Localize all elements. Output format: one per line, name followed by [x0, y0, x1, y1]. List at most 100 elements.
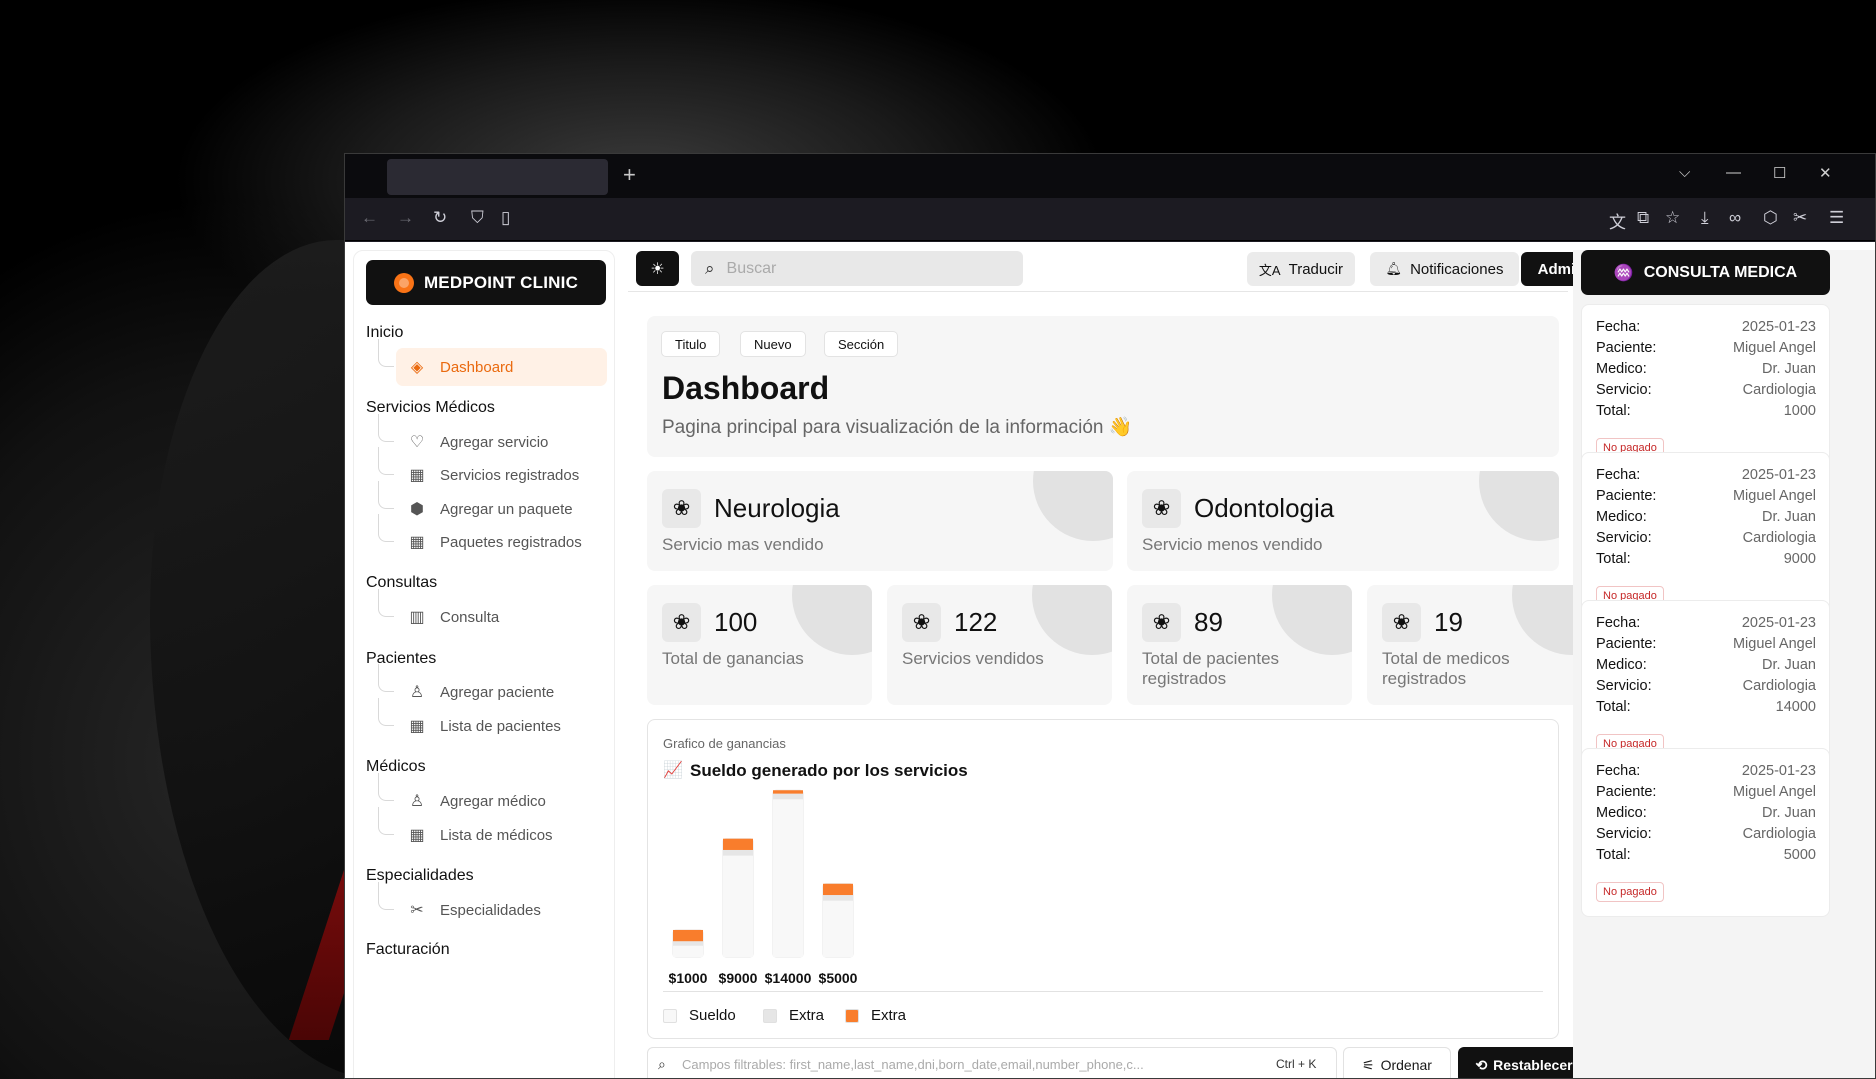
theme-toggle-button[interactable]: ☀	[636, 251, 679, 286]
search-icon: ⌕	[705, 258, 715, 278]
bar-segment-extra-1[interactable]	[723, 849, 753, 856]
package-icon: ⬢	[410, 501, 424, 518]
sidebar-item-consulta[interactable]: ▥ Consulta	[396, 598, 607, 636]
search-input[interactable]	[726, 259, 987, 278]
x-tick-label: $14000	[764, 970, 812, 986]
field-label: Medico:	[1596, 657, 1647, 673]
sidebar-item-label: Dashboard	[440, 358, 514, 376]
back-icon[interactable]: ←	[361, 208, 378, 228]
browser-tab-active[interactable]	[387, 159, 608, 195]
top-bar: ☀ ⌕ 文A Traducir 🔔︎ Notificaciones	[628, 242, 1568, 292]
scissors-icon: ✂	[410, 902, 424, 919]
legend-item[interactable]: Extra	[763, 1007, 824, 1024]
legend-item[interactable]: Extra	[845, 1007, 906, 1024]
x-tick-label: $1000	[668, 970, 708, 986]
brand-button[interactable]: MEDPOINT CLINIC	[366, 260, 606, 305]
screenshot-icon[interactable]: ✂	[1793, 208, 1807, 228]
consultation-row-fecha: Fecha: 2025-01-23	[1596, 467, 1816, 483]
order-label: Ordenar	[1380, 1057, 1432, 1073]
consultations-header: ♒ CONSULTA MEDICA	[1581, 250, 1830, 295]
field-value: 1000	[1783, 403, 1816, 419]
brain-icon: ❀	[662, 603, 701, 642]
stat-label: Total de pacientes registrados	[1142, 649, 1280, 689]
tree-connector	[378, 481, 394, 509]
bar-segment-extra-2[interactable]	[773, 790, 803, 794]
filter-placeholder: Campos filtrables: first_name,last_name,…	[682, 1057, 1144, 1072]
sidebar-item-agregar-médico[interactable]: ♙ Agregar médico	[396, 782, 607, 820]
brain-icon: ❀	[1142, 603, 1181, 642]
chip-titulo[interactable]: Titulo	[661, 331, 721, 357]
field-label: Paciente:	[1596, 636, 1657, 652]
translate-page-icon[interactable]: ⧉	[1637, 208, 1649, 228]
search-icon: ⌕	[658, 1056, 666, 1072]
search-bar[interactable]: ⌕	[691, 251, 1023, 286]
reload-icon[interactable]: ↻	[433, 208, 447, 228]
consultation-card[interactable]: Fecha: 2025-01-23 Paciente: Miguel Angel Med…	[1581, 748, 1830, 917]
bar-segment-extra-1[interactable]	[673, 941, 703, 946]
consultation-card[interactable]: Fecha: 2025-01-23 Paciente: Miguel Angel Med…	[1581, 304, 1830, 473]
field-label: Paciente:	[1596, 340, 1657, 356]
bar-segment-extra-2[interactable]	[823, 883, 853, 896]
extensions-icon[interactable]: ⬡	[1763, 208, 1778, 228]
notifications-button[interactable]: 🔔︎ Notificaciones	[1370, 252, 1519, 286]
forward-icon[interactable]: →	[397, 208, 414, 228]
maximize-button[interactable]: ☐	[1773, 164, 1786, 182]
sidebar-item-label: Agregar un paquete	[440, 500, 573, 518]
least-service-label: Servicio menos vendido	[1142, 535, 1323, 554]
stat-label: Servicios vendidos	[902, 649, 1044, 668]
bar-segment-sueldo-0[interactable]	[773, 799, 803, 957]
field-value: Cardiologia	[1742, 530, 1816, 546]
page-subtitle: Pagina principal para visualización de l…	[662, 417, 1133, 438]
translate-button[interactable]: 文A Traducir	[1247, 252, 1355, 286]
infinity-icon[interactable]: ∞	[1729, 208, 1741, 228]
reset-button[interactable]: ⟲ Restablecer	[1458, 1047, 1590, 1078]
shield-icon[interactable]: ⛉	[471, 208, 484, 228]
bar-segment-extra-1[interactable]	[823, 895, 853, 901]
stat-card-patients: ❀ 89 Total de pacientes registrados	[1127, 585, 1352, 705]
grid-icon: ▦	[409, 827, 425, 844]
consultation-row-servicio: Servicio: Cardiologia	[1596, 382, 1816, 398]
tab-list-icon[interactable]: ⌵	[1679, 164, 1690, 181]
bookmark-star-icon[interactable]: ☆	[1665, 208, 1680, 228]
consultation-card[interactable]: Fecha: 2025-01-23 Paciente: Miguel Angel Med…	[1581, 452, 1830, 621]
tree-connector	[378, 807, 394, 835]
field-value: 5000	[1783, 847, 1816, 863]
translate-label: Traducir	[1288, 260, 1344, 278]
consultation-card[interactable]: Fecha: 2025-01-23 Paciente: Miguel Angel Med…	[1581, 600, 1830, 769]
bar-segment-extra-2[interactable]	[673, 929, 703, 942]
new-tab-button[interactable]: +	[623, 162, 636, 188]
sidebar-item-dashboard[interactable]: ◈ Dashboard	[396, 348, 607, 386]
bar-segment-sueldo-0[interactable]	[723, 855, 753, 957]
consultation-row-medico: Medico: Dr. Juan	[1596, 361, 1816, 377]
sidebar-item-servicios-registrados[interactable]: ▦ Servicios registrados	[396, 456, 607, 494]
consultation-row-total: Total: 1000	[1596, 403, 1816, 419]
minimize-button[interactable]: —	[1726, 164, 1741, 181]
bar-segment-extra-1[interactable]	[773, 793, 803, 800]
close-window-button[interactable]: ✕	[1819, 164, 1832, 182]
bar-segment-extra-2[interactable]	[723, 838, 753, 850]
field-label: Total:	[1596, 699, 1631, 715]
chip-nuevo[interactable]: Nuevo	[740, 331, 806, 357]
chip-seccion[interactable]: Sección	[824, 331, 899, 357]
legend-item[interactable]: Sueldo	[663, 1007, 736, 1024]
order-button[interactable]: ⚟ Ordenar	[1343, 1047, 1451, 1078]
sidebar-item-paquetes-registrados[interactable]: ▦ Paquetes registrados	[396, 523, 607, 561]
bar-segment-sueldo-0[interactable]	[823, 900, 853, 957]
sidebar-item-agregar-paciente[interactable]: ♙ Agregar paciente	[396, 673, 607, 711]
bar-segment-sueldo-0[interactable]	[673, 945, 703, 957]
grid-icon: ▦	[409, 534, 425, 551]
consultation-row-fecha: Fecha: 2025-01-23	[1596, 319, 1816, 335]
sidebar-item-lista-de-médicos[interactable]: ▦ Lista de médicos	[396, 816, 607, 854]
menu-icon[interactable]: ☰	[1829, 208, 1844, 228]
download-icon[interactable]: ⤓	[1701, 208, 1709, 228]
consultation-row-medico: Medico: Dr. Juan	[1596, 509, 1816, 525]
field-value: 9000	[1783, 551, 1816, 567]
translate-icon[interactable]: 文	[1609, 208, 1626, 233]
card-decoration	[1272, 585, 1352, 655]
filter-search-bar[interactable]: ⌕ Campos filtrables: first_name,last_nam…	[647, 1047, 1337, 1078]
sidebar-item-especialidades[interactable]: ✂ Especialidades	[396, 891, 607, 929]
sidebar-item-lista-de-pacientes[interactable]: ▦ Lista de pacientes	[396, 707, 607, 745]
notifications-label: Notificaciones	[1410, 260, 1504, 278]
card-decoration	[1032, 585, 1112, 655]
tree-connector	[378, 882, 394, 910]
